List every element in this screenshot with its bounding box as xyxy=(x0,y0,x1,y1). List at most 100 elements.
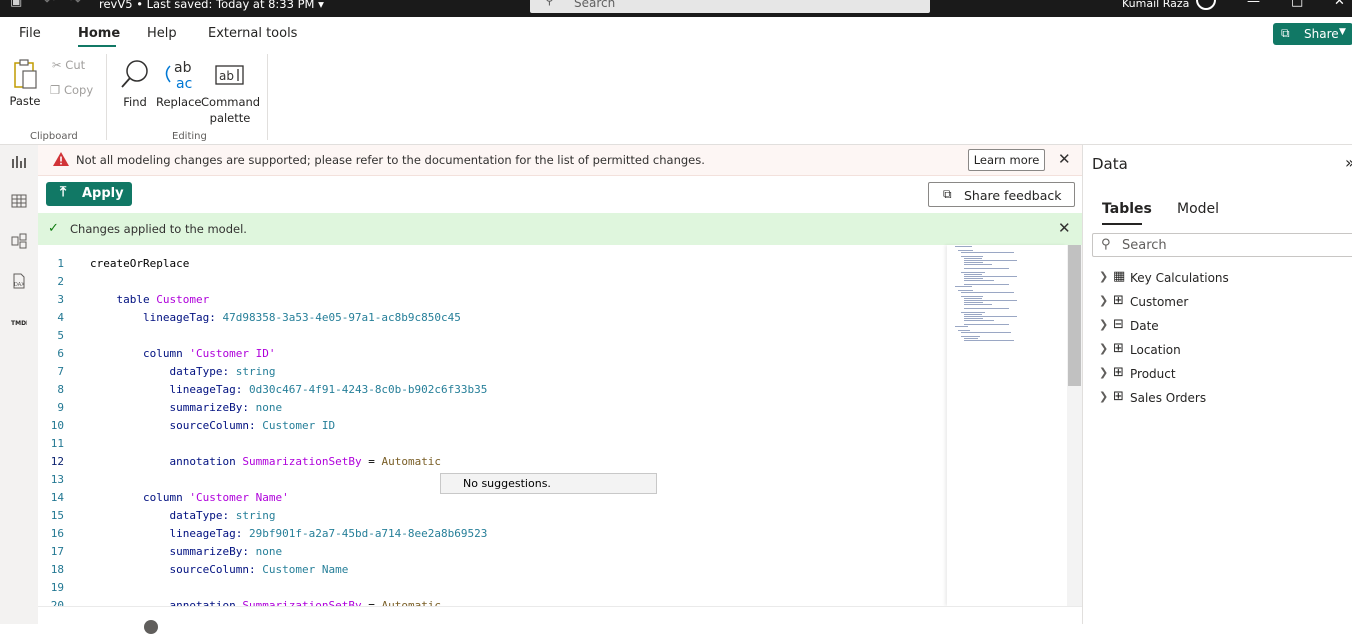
command-palette-label-2: palette xyxy=(209,111,251,125)
replace-button[interactable]: ab ac Replace xyxy=(156,58,202,109)
cut-button[interactable]: ✂ Cut xyxy=(52,58,85,72)
code-text: column 'Customer ID' xyxy=(143,347,275,360)
share-button[interactable]: ⧉ Share ▼ xyxy=(1273,23,1352,45)
code-text: annotation SummarizationSetBy = Automati… xyxy=(170,599,442,606)
tree-item-table[interactable]: ❯ ⊞ Customer xyxy=(1099,292,1349,312)
minimap-line xyxy=(964,264,992,265)
svg-text:DAX: DAX xyxy=(14,282,25,288)
scrollbar-thumb[interactable] xyxy=(1068,245,1081,386)
tmdl-view-icon[interactable]: TMDL xyxy=(9,313,30,333)
minimap-line xyxy=(955,326,969,327)
code-line[interactable]: 18 sourceColumn: Customer Name xyxy=(38,563,948,581)
avatar[interactable] xyxy=(1196,0,1216,10)
minimap-line xyxy=(964,298,982,299)
close-icon[interactable]: ✕ xyxy=(1058,219,1071,237)
code-line[interactable]: 3 table Customer xyxy=(38,293,948,311)
warning-text: Not all modeling changes are supported; … xyxy=(76,153,705,167)
code-line[interactable]: 20 annotation SummarizationSetBy = Automa… xyxy=(38,599,948,606)
tab-external-tools[interactable]: External tools xyxy=(208,26,297,41)
code-line[interactable]: 4 lineageTag: 47d98358-3a53-4e05-97a1-ac8… xyxy=(38,311,948,329)
code-line[interactable]: 1 createOrReplace xyxy=(38,257,948,275)
table-view-icon[interactable] xyxy=(9,193,29,213)
code-line[interactable]: 8 lineageTag: 0d30c467-4f91-4243-8c0b-b90… xyxy=(38,383,948,401)
minimap-line xyxy=(961,312,986,313)
code-line[interactable]: 15 dataType: string xyxy=(38,509,948,527)
code-token: sourceColumn: xyxy=(169,419,263,432)
find-icon xyxy=(121,60,148,88)
apply-button[interactable]: ⤒ Apply xyxy=(46,182,132,206)
code-token: lineageTag: xyxy=(169,383,249,396)
minimap-line xyxy=(964,308,1010,309)
global-search[interactable]: ⚲ Search xyxy=(530,0,930,13)
code-line[interactable]: 17 summarizeBy: none xyxy=(38,545,948,563)
minimap-line xyxy=(964,274,982,275)
tab-model[interactable]: Model xyxy=(1177,201,1219,217)
tab-tables[interactable]: Tables xyxy=(1102,201,1152,217)
paste-button[interactable]: Paste xyxy=(8,58,42,108)
vertical-scrollbar[interactable] xyxy=(1067,245,1082,606)
line-number: 10 xyxy=(50,419,64,432)
chevron-right-icon[interactable]: ❯ xyxy=(1099,390,1108,403)
undo-icon[interactable]: ↶ xyxy=(44,0,55,9)
maximize-icon[interactable]: □ xyxy=(1291,0,1303,9)
chevron-right-icon[interactable]: ❯ xyxy=(1099,366,1108,379)
model-view-icon[interactable] xyxy=(9,233,29,253)
code-line[interactable]: 19 xyxy=(38,581,948,599)
chevron-right-icon[interactable]: ❯ xyxy=(1099,318,1108,331)
search-icon: ⚲ xyxy=(545,0,554,7)
code-token: lineageTag: xyxy=(143,311,223,324)
tree-item-table[interactable]: ❯ ⊞ Sales Orders xyxy=(1099,388,1349,408)
code-line[interactable]: 11 xyxy=(38,437,948,455)
collapse-pane-icon[interactable]: » xyxy=(1345,153,1352,172)
share-feedback-button[interactable]: ⧉ Share feedback xyxy=(928,182,1075,207)
tmdl-code-editor[interactable]: 1 createOrReplace 2 3 table Customer 4 lineage… xyxy=(38,245,1082,606)
code-line[interactable]: 2 xyxy=(38,275,948,293)
code-line[interactable]: 10 sourceColumn: Customer ID xyxy=(38,419,948,437)
command-palette-button[interactable]: ab Command palette xyxy=(201,58,261,125)
tree-item-table[interactable]: ❯ ▦ Key Calculations xyxy=(1099,268,1349,288)
tree-item-table[interactable]: ❯ ⊟ Date xyxy=(1099,316,1349,336)
replace-label: Replace xyxy=(156,95,202,109)
chevron-right-icon[interactable]: ❯ xyxy=(1099,342,1108,355)
code-token: Automatic xyxy=(381,455,442,468)
tab-help[interactable]: Help xyxy=(147,26,177,41)
editor-toolbar: ⤒ Apply ⧉ Share feedback xyxy=(38,176,1082,213)
code-text: createOrReplace xyxy=(90,257,189,270)
chevron-right-icon[interactable]: ❯ xyxy=(1099,270,1108,283)
dax-query-view-icon[interactable]: DAX xyxy=(9,273,29,293)
report-view-icon[interactable] xyxy=(9,153,29,173)
tab-home[interactable]: Home xyxy=(78,26,120,41)
code-line[interactable]: 5 xyxy=(38,329,948,347)
data-search-input[interactable]: ⚲ Search xyxy=(1092,233,1352,257)
tab-file[interactable]: File xyxy=(19,26,41,41)
close-icon[interactable]: ✕ xyxy=(1334,0,1345,9)
learn-more-button[interactable]: Learn more xyxy=(968,149,1045,171)
command-palette-label-1: Command xyxy=(201,95,261,109)
chevron-right-icon[interactable]: ❯ xyxy=(1099,294,1108,307)
code-line[interactable]: 6 column 'Customer ID' xyxy=(38,347,948,365)
close-icon[interactable]: ✕ xyxy=(1058,150,1071,168)
code-token: Customer ID xyxy=(262,419,336,432)
tree-item-table[interactable]: ❯ ⊞ Product xyxy=(1099,364,1349,384)
code-line[interactable]: 16 lineageTag: 29bf901f-a2a7-45bd-a714-8e… xyxy=(38,527,948,545)
tree-item-label: Product xyxy=(1130,367,1176,381)
code-minimap[interactable] xyxy=(947,245,1067,606)
code-token: column xyxy=(143,347,190,360)
minimize-icon[interactable]: — xyxy=(1247,0,1260,9)
save-icon[interactable]: ▣ xyxy=(10,0,22,9)
find-button[interactable]: Find xyxy=(118,58,152,109)
code-line[interactable]: 7 dataType: string xyxy=(38,365,948,383)
checkmark-icon: ✓ xyxy=(48,221,59,236)
code-line[interactable]: 9 summarizeBy: none xyxy=(38,401,948,419)
line-number: 4 xyxy=(57,311,64,324)
minimap-line xyxy=(961,296,983,297)
document-title[interactable]: revV5 • Last saved: Today at 8:33 PM ▾ xyxy=(99,0,324,11)
minimap-line xyxy=(961,256,983,257)
code-line[interactable]: 12 annotation SummarizationSetBy = Automa… xyxy=(38,455,948,473)
tree-item-table[interactable]: ❯ ⊞ Location xyxy=(1099,340,1349,360)
minimap-line xyxy=(964,320,994,321)
code-token: annotation xyxy=(169,599,243,606)
code-token: none xyxy=(255,401,283,414)
copy-button[interactable]: ❐ Copy xyxy=(50,83,93,97)
redo-icon[interactable]: ↷ xyxy=(70,0,81,9)
